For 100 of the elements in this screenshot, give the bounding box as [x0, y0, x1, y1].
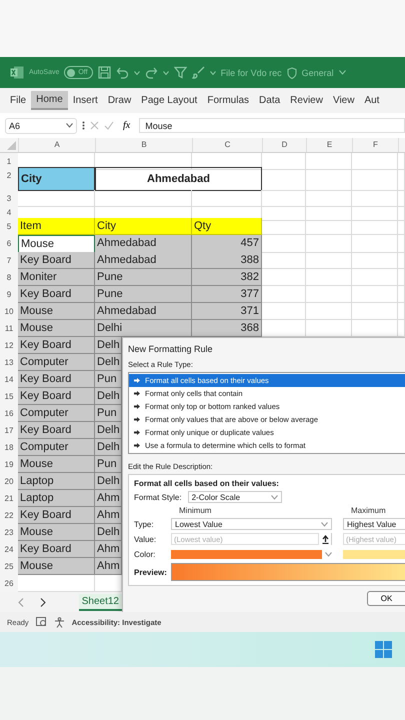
table-cell [352, 252, 398, 269]
function-button[interactable]: fx [119, 120, 134, 131]
cancel-icon[interactable] [90, 121, 99, 130]
column-header[interactable]: D [262, 138, 306, 152]
ribbon-tab[interactable]: Home [31, 91, 68, 110]
table-cell [352, 218, 398, 235]
table-cell: Pun [95, 456, 122, 473]
brush-icon[interactable] [192, 66, 205, 79]
ribbon-tab[interactable]: Page Layout [136, 92, 202, 109]
row-number: 11 [0, 320, 18, 337]
table-cell: Ahmedabad [95, 252, 192, 269]
column-header[interactable]: C [192, 138, 262, 152]
table-cell: 457 [192, 235, 262, 253]
caret-icon[interactable] [210, 70, 216, 74]
caret-icon[interactable] [162, 70, 169, 74]
table-cell: Key Board [18, 286, 95, 303]
type-dropdown[interactable]: Highest Value [343, 518, 405, 530]
row-number: 8 [0, 269, 18, 286]
format-style-dropdown[interactable]: 2-Color Scale [188, 491, 282, 503]
table-cell: Moniter [18, 269, 95, 286]
ribbon-tab[interactable]: File [5, 92, 32, 109]
ribbon-tab[interactable]: Draw [102, 92, 136, 109]
chevron-left-icon[interactable] [18, 598, 24, 606]
column-header[interactable]: F [352, 138, 398, 152]
save-icon[interactable] [98, 66, 111, 79]
table-cell: Delh [95, 354, 122, 371]
row-number: 23 [0, 524, 18, 541]
row-number: 13 [0, 354, 18, 371]
undo-icon[interactable] [116, 66, 129, 79]
column-header[interactable]: B [95, 138, 192, 152]
table-cell: Delh [95, 439, 122, 456]
row-number: 2 [0, 167, 18, 191]
table-cell: Pun [95, 405, 122, 422]
ribbon-tab[interactable]: Review [285, 92, 328, 109]
table-cell: Pune [95, 269, 192, 286]
table-cell: Key Board [18, 422, 95, 439]
table-cell: Ahm [95, 507, 122, 524]
table-cell [262, 286, 306, 303]
sheet-tab[interactable]: Sheet12 [78, 594, 122, 610]
table-cell [306, 235, 352, 253]
ribbon-tab[interactable]: Formulas [202, 92, 254, 109]
table-cell: 371 [192, 303, 262, 320]
table-cell [262, 303, 306, 320]
table-cell [352, 204, 398, 221]
table-cell [306, 190, 352, 207]
ribbon-tab[interactable]: Aut [359, 92, 384, 109]
type-dropdown[interactable]: Lowest Value [171, 518, 332, 530]
row-number: 24 [0, 541, 18, 558]
ribbon-tab[interactable]: Insert [68, 92, 103, 109]
field-label: Preview: [134, 568, 167, 576]
table-cell: Delh [95, 422, 122, 439]
macro-record-icon[interactable] [36, 617, 47, 627]
table-cell: Mouse [18, 303, 95, 320]
table-cell: Ahm [95, 541, 122, 558]
table-cell: Mouse [18, 524, 95, 541]
row-number: 7 [0, 252, 18, 269]
table-cell [262, 269, 306, 286]
formula-field[interactable]: Mouse [139, 118, 405, 133]
table-cell: Key Board [18, 541, 95, 558]
table-cell: Item [18, 218, 95, 235]
row-number: 18 [0, 439, 18, 456]
windows-icon[interactable] [375, 641, 392, 658]
table-cell [352, 286, 398, 303]
column-header[interactable]: E [306, 138, 352, 152]
table-cell [262, 235, 306, 253]
bullet-icon [134, 430, 140, 435]
row-number: 25 [0, 558, 18, 575]
chevron-down-icon[interactable] [338, 70, 346, 75]
redo-icon[interactable] [144, 66, 158, 79]
ribbon-tab[interactable]: Data [254, 92, 286, 109]
table-cell: Mouse [18, 235, 95, 253]
check-icon[interactable] [104, 121, 114, 130]
row-number: 15 [0, 388, 18, 405]
color-dropdown[interactable] [171, 548, 332, 560]
accessibility-icon[interactable] [54, 616, 65, 628]
file-name: File for Vdo rec [220, 68, 282, 78]
name-box[interactable]: A6 [5, 118, 77, 134]
table-cell: Key Board [18, 507, 95, 524]
table-cell: Mouse [18, 456, 95, 473]
field-label: Color: [134, 550, 156, 558]
dialog-title: New Formatting Rule [128, 343, 214, 356]
bullet-icon [134, 417, 140, 422]
row-number: 21 [0, 490, 18, 507]
column-header[interactable]: A [18, 138, 95, 152]
table-cell: Pune [95, 286, 192, 303]
ribbon-tab[interactable]: View [328, 92, 360, 109]
row-number: 22 [0, 507, 18, 524]
ok-button[interactable]: OK [367, 591, 405, 606]
table-cell: Ahm [95, 558, 122, 575]
field-label: Value: [134, 534, 158, 544]
column-heading: Maximum [350, 506, 387, 515]
filter-icon[interactable] [174, 66, 187, 79]
chevron-right-icon[interactable] [40, 598, 46, 606]
bullet-icon [134, 391, 140, 396]
upload-icon[interactable] [322, 534, 329, 544]
caret-icon[interactable] [134, 70, 140, 74]
panel-heading: Format all cells based on their values: [134, 479, 280, 488]
table-cell: Qty [192, 218, 262, 235]
table-cell: Ahmedabad [95, 167, 262, 191]
bullet-icon [134, 404, 140, 409]
